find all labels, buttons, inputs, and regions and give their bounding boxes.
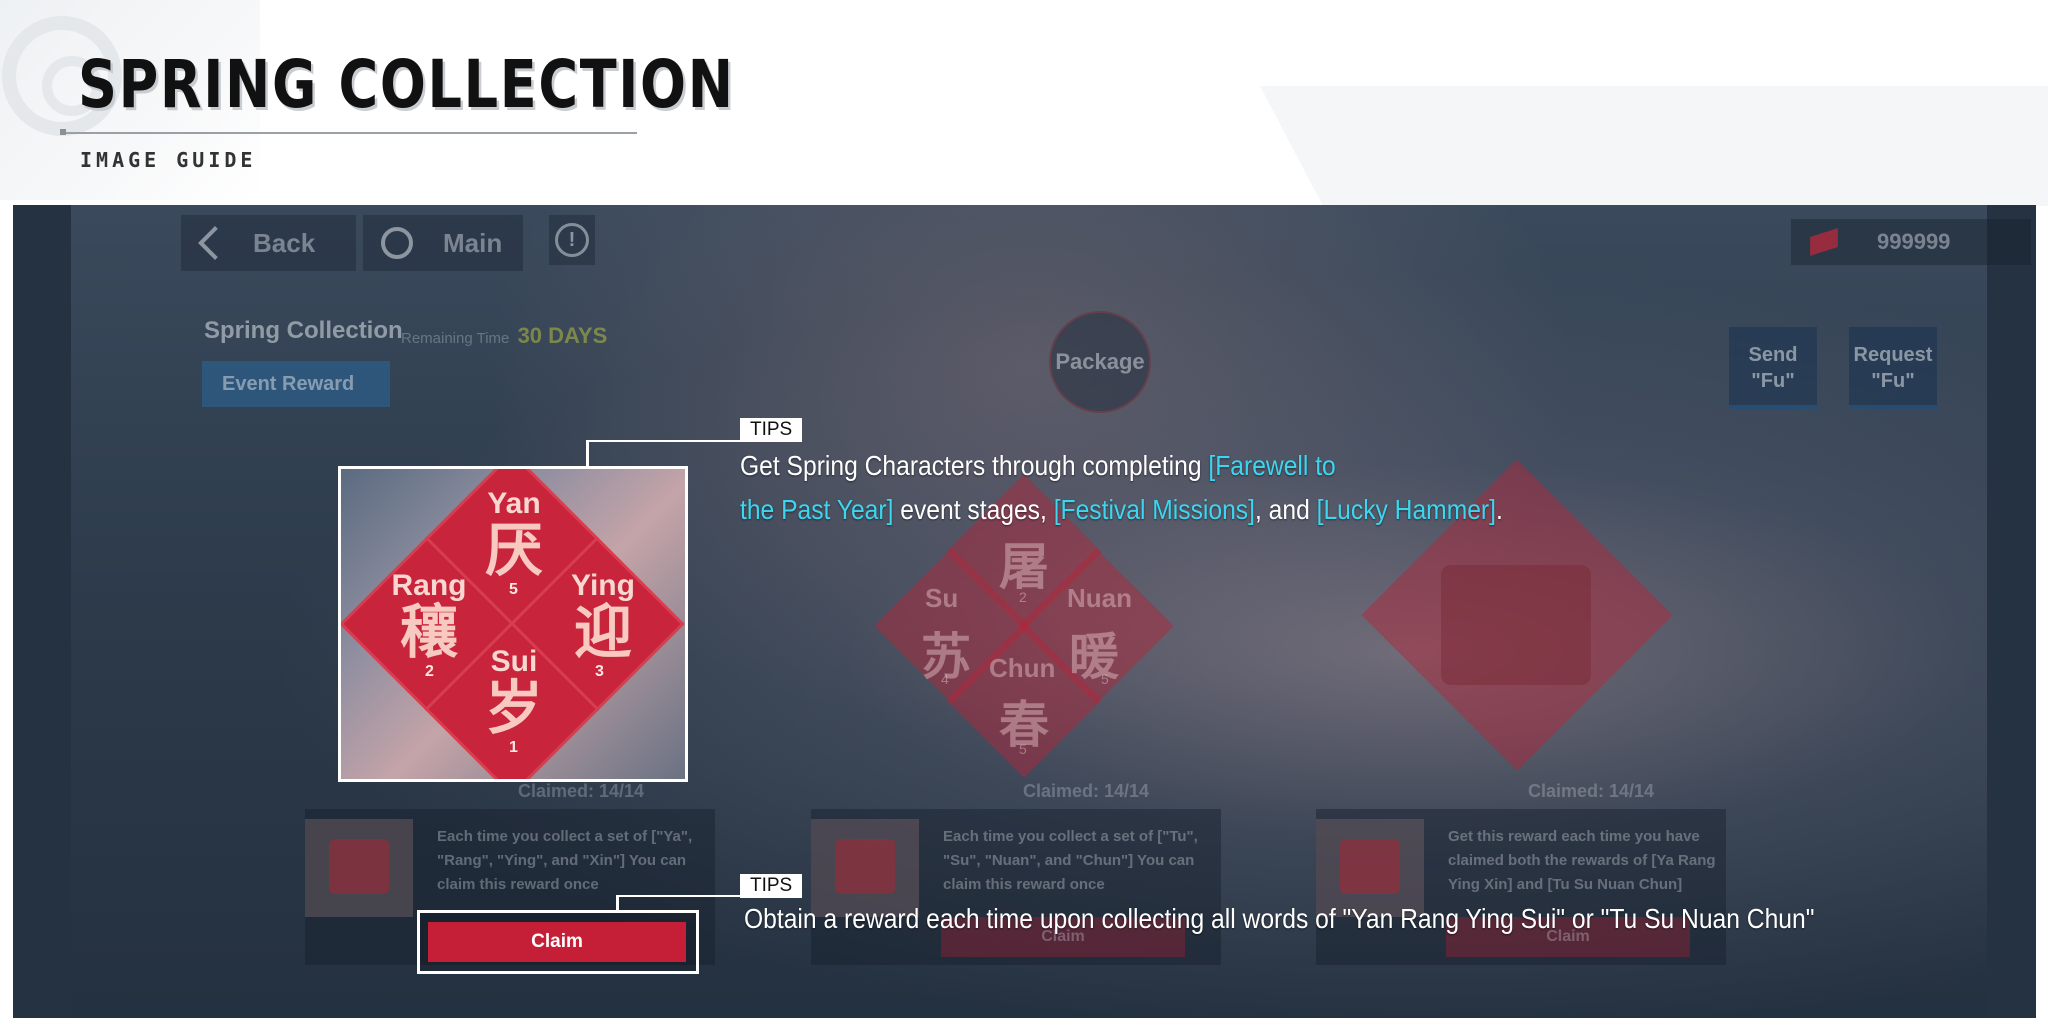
highlight-claim: Claim [417, 910, 699, 974]
word-count: 5 [1019, 741, 1027, 757]
word-latin: Chun [989, 653, 1056, 683]
info-icon: ! [555, 223, 589, 257]
red-envelope-icon [1810, 228, 1838, 256]
page-subtitle: IMAGE GUIDE [80, 148, 257, 172]
tip-text-2: Obtain a reward each time upon collectin… [744, 903, 1815, 934]
claimed-count: Claimed: 14/14 [1022, 781, 1150, 801]
request-fu-button[interactable]: Request "Fu" [1849, 327, 1937, 409]
event-title: Spring Collection [204, 317, 403, 344]
tip-leader-line [616, 895, 742, 897]
tip-span: , and [1254, 494, 1317, 525]
remaining-value: 30 DAYS [517, 323, 608, 348]
main-button[interactable]: Main [363, 215, 523, 271]
gift-box-icon [1441, 565, 1591, 685]
word-sui: Sui 岁 [469, 645, 559, 737]
word-count: 5 [509, 581, 518, 598]
tip-line: the Past Year] event stages, [Festival M… [740, 488, 1532, 532]
word-count: 2 [425, 663, 434, 680]
main-label: Main [443, 227, 503, 258]
highlight-word-set: Yan 厌 5 Rang 穰 2 Ying 迎 3 Sui 岁 1 [338, 466, 688, 782]
tip-leader-line [586, 440, 742, 442]
word-cjk: 迎 [573, 598, 632, 666]
word-count: 4 [941, 671, 949, 687]
currency-value: 999999 [1877, 229, 1951, 254]
tips-tag: TIPS [740, 874, 803, 898]
page-title: SPRING COLLECTION [78, 46, 735, 123]
word-latin: Su [925, 583, 959, 613]
remaining-label: Remaining Time [401, 330, 510, 347]
tip-line: Get Spring Characters through completing… [740, 444, 1532, 488]
word-cjk: 厌 [484, 516, 543, 584]
currency-display: 999999 [1791, 219, 2031, 265]
tip-text-1: Get Spring Characters through completing… [740, 444, 1532, 532]
package-button[interactable]: Package [1049, 311, 1151, 413]
claimed-count: Claimed: 14/14 [1527, 781, 1655, 801]
header-decoration-right [1260, 86, 2048, 206]
info-button[interactable]: ! [549, 215, 595, 265]
reward-description: Each time you collect a set of ["Tu", "S… [943, 828, 1198, 893]
claimed-count: Claimed: 14/14 [517, 781, 645, 801]
tip-highlight: [Festival Missions] [1053, 494, 1255, 525]
back-button[interactable]: Back [181, 215, 356, 271]
tab-event-reward[interactable]: Event Reward [202, 361, 390, 407]
home-ring-icon [381, 227, 413, 259]
reward-description: Each time you collect a set of ["Ya", "R… [437, 828, 693, 893]
word-count: 3 [595, 663, 604, 680]
back-label: Back [253, 227, 316, 258]
tip-highlight: [Lucky Hammer] [1316, 494, 1496, 525]
word-cjk: 暖 [1069, 629, 1119, 685]
word-yan: Yan 厌 [469, 487, 559, 579]
word-cjk: 岁 [484, 674, 543, 742]
send-fu-button[interactable]: Send "Fu" [1729, 327, 1817, 409]
reward-thumbnail [305, 819, 413, 917]
word-rang: Rang 穰 [379, 569, 479, 661]
word-count: 2 [1019, 589, 1027, 605]
chevron-left-icon [198, 226, 232, 260]
word-cjk: 穰 [399, 598, 458, 666]
word-latin: Nuan [1067, 583, 1132, 613]
word-ying: Ying 迎 [553, 569, 653, 661]
word-count: 5 [1101, 671, 1109, 687]
tip-leader-line [586, 440, 589, 468]
tip-span: . [1495, 494, 1503, 525]
tip-highlight: the Past Year] [740, 494, 894, 525]
tip-highlight: [Farewell to [1208, 450, 1336, 481]
word-count: 1 [509, 739, 518, 756]
tip-span: Get Spring Characters through completing [740, 450, 1209, 481]
tip-span: event stages, [893, 494, 1054, 525]
reward-description: Get this reward each time you have claim… [1448, 828, 1716, 893]
remaining-time: Remaining Time 30 DAYS [401, 323, 607, 349]
claim-button[interactable]: Claim [428, 922, 686, 962]
tips-tag: TIPS [740, 418, 803, 442]
title-divider [60, 129, 637, 135]
